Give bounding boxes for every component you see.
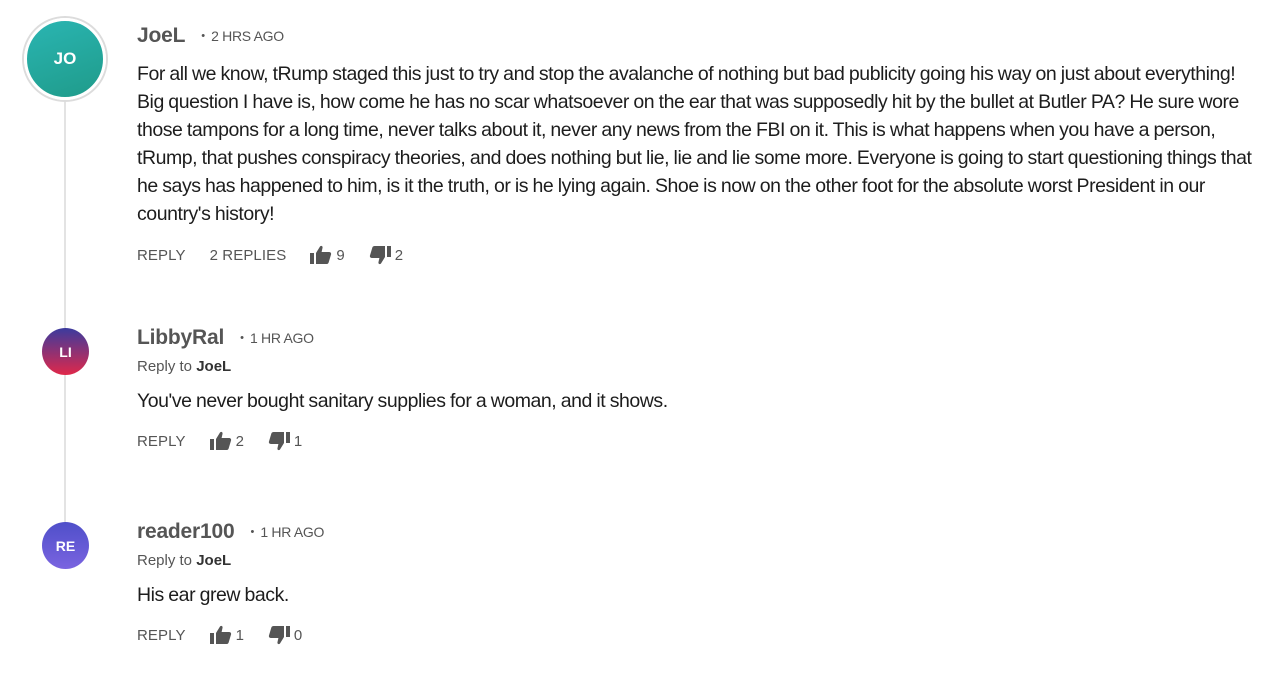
meta-separator: • [201, 30, 206, 42]
like-count: 9 [336, 246, 345, 264]
thumbs-down-icon [268, 626, 290, 645]
avatar[interactable]: LI [42, 328, 89, 375]
reply-to-line: Reply to JoeL [137, 552, 1260, 569]
comment-text: For all we know, tRump staged this just … [137, 63, 1252, 225]
thumbs-up-icon [310, 245, 332, 264]
thumbs-down-icon [268, 432, 290, 451]
dislike-button[interactable]: 2 [369, 245, 403, 265]
reply-button[interactable]: REPLY [137, 247, 186, 264]
reply-to-prefix: Reply to [137, 552, 197, 569]
avatar[interactable]: JO [24, 18, 106, 100]
like-button[interactable]: 9 [310, 245, 345, 265]
comment-author[interactable]: JoeL [137, 24, 185, 48]
avatar-initials: JO [53, 49, 77, 68]
comment-timestamp: 2 HRS AGO [211, 28, 284, 44]
dislike-button[interactable]: 1 [268, 431, 302, 451]
thumbs-down-icon [369, 246, 391, 265]
like-button[interactable]: 1 [209, 625, 244, 645]
comment-thread: JO JoeL • 2 HRS AGO For all we know, tRu… [0, 0, 1280, 675]
dislike-count: 2 [394, 246, 404, 264]
meta-separator: • [240, 332, 244, 344]
comment-text: His ear grew back. [137, 584, 289, 606]
avatar[interactable]: RE [42, 522, 89, 569]
comment-author[interactable]: LibbyRal [137, 326, 224, 350]
reply-to-line: Reply to JoeL [137, 358, 1260, 375]
avatar-initials: LI [59, 343, 72, 360]
reply-to-author[interactable]: JoeL [196, 552, 231, 569]
like-count: 2 [235, 432, 244, 450]
comment-timestamp: 1 HR AGO [260, 524, 325, 540]
thumbs-up-icon [209, 431, 231, 450]
reply-button[interactable]: REPLY [137, 627, 186, 644]
like-count: 1 [235, 626, 244, 644]
like-button[interactable]: 2 [209, 431, 244, 451]
reply-to-author[interactable]: JoeL [196, 358, 231, 375]
thumbs-up-icon [209, 625, 231, 644]
meta-separator: • [250, 526, 255, 538]
avatar-initials: RE [55, 537, 76, 554]
reply-button[interactable]: REPLY [137, 433, 186, 450]
comment-author[interactable]: reader100 [137, 520, 235, 544]
comment-timestamp: 1 HR AGO [249, 330, 314, 346]
view-replies-button[interactable]: 2 REPLIES [210, 247, 287, 264]
dislike-count: 0 [293, 626, 303, 644]
dislike-count: 1 [293, 432, 303, 450]
dislike-button[interactable]: 0 [268, 625, 302, 645]
comment-text: You've never bought sanitary supplies fo… [137, 390, 668, 412]
reply-to-prefix: Reply to [137, 358, 197, 375]
